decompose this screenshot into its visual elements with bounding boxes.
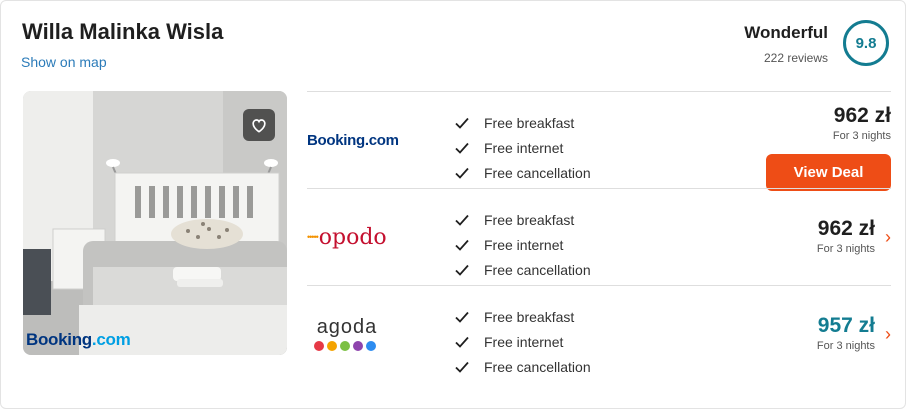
- provider-logo-opodo: ••••• opodo: [307, 224, 387, 250]
- check-icon: [455, 117, 469, 129]
- feature-item: Free internet: [454, 135, 591, 160]
- heart-icon: [252, 119, 266, 133]
- feature-item: Free cancellation: [454, 354, 591, 379]
- chevron-right-icon[interactable]: ›: [885, 324, 891, 345]
- feature-list: Free breakfast Free internet Free cancel…: [454, 207, 591, 282]
- feature-item: Free cancellation: [454, 160, 591, 185]
- chevron-right-icon[interactable]: ›: [885, 227, 891, 248]
- price-box: 957 zł For 3 nights: [817, 314, 875, 352]
- nights-label: For 3 nights: [816, 340, 875, 352]
- opodo-dots-icon: •••••: [307, 232, 319, 242]
- hotel-card: Willa Malinka Wisla Show on map Wonderfu…: [0, 0, 906, 409]
- price-box: 962 zł For 3 nights: [817, 217, 875, 255]
- price: 962 zł: [833, 104, 891, 127]
- check-icon: [455, 361, 469, 373]
- check-icon: [455, 214, 469, 226]
- feature-item: Free breakfast: [454, 110, 591, 135]
- check-icon: [455, 264, 469, 276]
- price: 962 zł: [817, 217, 875, 240]
- check-icon: [455, 336, 469, 348]
- check-icon: [455, 239, 469, 251]
- favorite-button[interactable]: [243, 109, 275, 141]
- check-icon: [455, 167, 469, 179]
- feature-item: Free breakfast: [454, 304, 591, 329]
- feature-item: Free breakfast: [454, 207, 591, 232]
- hotel-name[interactable]: Willa Malinka Wisla: [22, 19, 223, 45]
- show-on-map-link[interactable]: Show on map: [21, 54, 107, 70]
- photo-booking-logo: Booking.com: [26, 330, 131, 349]
- rating-word: Wonderful: [744, 23, 828, 42]
- check-icon: [455, 311, 469, 323]
- offer-row-opodo[interactable]: ••••• opodo Free breakfast Free internet…: [307, 188, 891, 285]
- price-best: 957 zł: [817, 314, 875, 337]
- check-icon: [455, 142, 469, 154]
- reviews-count: 222 reviews: [763, 51, 828, 65]
- rating-score-badge: 9.8: [843, 20, 889, 66]
- feature-item: Free internet: [454, 232, 591, 257]
- nights-label: For 3 nights: [816, 243, 875, 255]
- feature-item: Free internet: [454, 329, 591, 354]
- offer-row-booking[interactable]: Booking.com Free breakfast Free internet…: [307, 91, 891, 191]
- offer-row-agoda[interactable]: agoda Free breakfast Free internet Free …: [307, 285, 891, 386]
- feature-list: Free breakfast Free internet Free cancel…: [454, 110, 591, 185]
- provider-logo-agoda: agoda: [307, 286, 437, 386]
- nights-label: For 3 nights: [832, 130, 891, 142]
- feature-item: Free cancellation: [454, 257, 591, 282]
- agoda-dots-icon: [314, 340, 376, 351]
- view-deal-button[interactable]: View Deal: [766, 154, 891, 191]
- feature-list: Free breakfast Free internet Free cancel…: [454, 304, 591, 379]
- price-box: 962 zł For 3 nights: [833, 104, 891, 142]
- offer-list: Booking.com Free breakfast Free internet…: [307, 91, 891, 386]
- provider-logo-booking: Booking.com: [307, 131, 399, 149]
